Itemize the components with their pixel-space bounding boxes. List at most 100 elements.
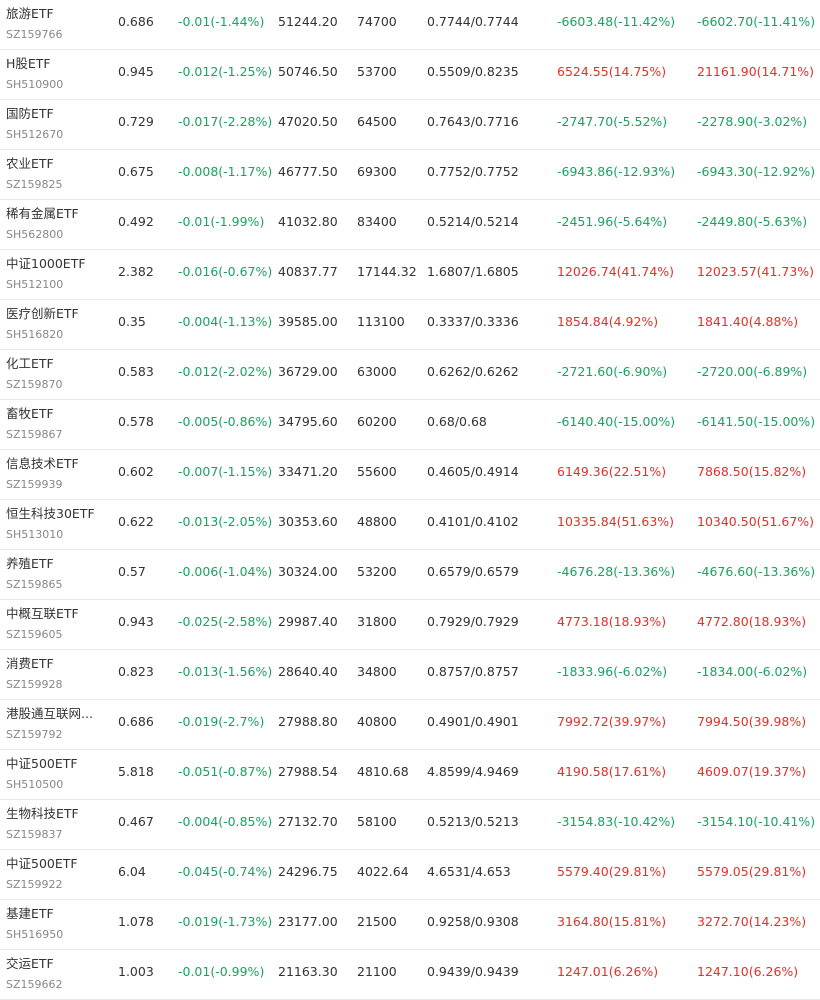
fund-name[interactable]: 中概互联ETF [6, 606, 106, 622]
current-price: 1.003 [118, 964, 154, 979]
table-row[interactable]: 中证500ETF SZ159922 6.04 -0.045(-0.74%) 24… [0, 850, 820, 900]
fund-name[interactable]: 交运ETF [6, 956, 106, 972]
table-row[interactable]: 化工ETF SZ159870 0.583 -0.012(-2.02%) 3672… [0, 350, 820, 400]
fund-code: SH516820 [6, 328, 64, 341]
table-row[interactable]: 中证500ETF SH510500 5.818 -0.051(-0.87%) 2… [0, 750, 820, 800]
share-count: 4810.68 [357, 764, 409, 779]
table-row[interactable]: 生物科技ETF SZ159837 0.467 -0.004(-0.85%) 27… [0, 800, 820, 850]
fund-name[interactable]: 医疗创新ETF [6, 306, 106, 322]
table-row[interactable]: 畜牧ETF SZ159867 0.578 -0.005(-0.86%) 3479… [0, 400, 820, 450]
fund-name[interactable]: 港股通互联网... [6, 706, 106, 722]
table-row[interactable]: 医疗创新ETF SH516820 0.35 -0.004(-1.13%) 395… [0, 300, 820, 350]
fund-name[interactable]: 生物科技ETF [6, 806, 106, 822]
share-count: 74700 [357, 14, 397, 29]
cost-price: 0.7752/0.7752 [427, 164, 519, 179]
table-row[interactable]: 国防ETF SH512670 0.729 -0.017(-2.28%) 4702… [0, 100, 820, 150]
fund-name[interactable]: H股ETF [6, 56, 106, 72]
total-profit-loss: 1247.10(6.26%) [697, 964, 799, 979]
total-profit-loss: 12023.57(41.73%) [697, 264, 815, 279]
floating-profit-loss: 4773.18(18.93%) [557, 614, 667, 629]
fund-name[interactable]: 农业ETF [6, 156, 106, 172]
floating-profit-loss: -6943.86(-12.93%) [557, 164, 676, 179]
total-profit-loss: -3154.10(-10.41%) [697, 814, 816, 829]
table-row[interactable]: 旅游ETF SZ159766 0.686 -0.01(-1.44%) 51244… [0, 0, 820, 50]
fund-name[interactable]: 化工ETF [6, 356, 106, 372]
table-row[interactable]: 农业ETF SZ159825 0.675 -0.008(-1.17%) 4677… [0, 150, 820, 200]
fund-name[interactable]: 中证500ETF [6, 756, 106, 772]
fund-code: SH513010 [6, 528, 64, 541]
total-profit-loss: 7868.50(15.82%) [697, 464, 807, 479]
fund-code: SZ159825 [6, 178, 63, 191]
fund-name[interactable]: 旅游ETF [6, 6, 106, 22]
fund-code: SZ159662 [6, 978, 63, 991]
cost-price: 0.5214/0.5214 [427, 214, 519, 229]
fund-name[interactable]: 基建ETF [6, 906, 106, 922]
total-profit-loss: 5579.05(29.81%) [697, 864, 807, 879]
cost-price: 0.8757/0.8757 [427, 664, 519, 679]
market-value: 24296.75 [278, 864, 338, 879]
share-count: 4022.64 [357, 864, 409, 879]
fund-code: SZ159792 [6, 728, 63, 741]
table-row[interactable]: 恒生科技30ETF SH513010 0.622 -0.013(-2.05%) … [0, 500, 820, 550]
table-row[interactable]: 消费ETF SZ159928 0.823 -0.013(-1.56%) 2864… [0, 650, 820, 700]
fund-name[interactable]: 中证500ETF [6, 856, 106, 872]
current-price: 1.078 [118, 914, 154, 929]
floating-profit-loss: -4676.28(-13.36%) [557, 564, 676, 579]
table-row[interactable]: H股ETF SH510900 0.945 -0.012(-1.25%) 5074… [0, 50, 820, 100]
share-count: 60200 [357, 414, 397, 429]
price-change: -0.006(-1.04%) [178, 564, 273, 579]
total-profit-loss: -1834.00(-6.02%) [697, 664, 808, 679]
fund-name[interactable]: 恒生科技30ETF [6, 506, 106, 522]
table-row[interactable]: 基建ETF SH516950 1.078 -0.019(-1.73%) 2317… [0, 900, 820, 950]
fund-name[interactable]: 国防ETF [6, 106, 106, 122]
total-profit-loss: -6141.50(-15.00%) [697, 414, 816, 429]
table-row[interactable]: 稀有金属ETF SH562800 0.492 -0.01(-1.99%) 410… [0, 200, 820, 250]
price-change: -0.008(-1.17%) [178, 164, 273, 179]
fund-code: SH510900 [6, 78, 64, 91]
floating-profit-loss: -2747.70(-5.52%) [557, 114, 668, 129]
price-change: -0.01(-1.44%) [178, 14, 265, 29]
table-row[interactable]: 中概互联ETF SZ159605 0.943 -0.025(-2.58%) 29… [0, 600, 820, 650]
cost-price: 0.3337/0.3336 [427, 314, 519, 329]
current-price: 0.57 [118, 564, 146, 579]
cost-price: 4.8599/4.9469 [427, 764, 519, 779]
cost-price: 0.4605/0.4914 [427, 464, 519, 479]
fund-code: SZ159939 [6, 478, 63, 491]
cost-price: 0.7744/0.7744 [427, 14, 519, 29]
fund-code: SZ159766 [6, 28, 63, 41]
price-change: -0.005(-0.86%) [178, 414, 273, 429]
market-value: 41032.80 [278, 214, 338, 229]
table-row[interactable]: 港股通互联网... SZ159792 0.686 -0.019(-2.7%) 2… [0, 700, 820, 750]
current-price: 0.686 [118, 714, 154, 729]
fund-name[interactable]: 养殖ETF [6, 556, 106, 572]
price-change: -0.01(-1.99%) [178, 214, 265, 229]
fund-name[interactable]: 稀有金属ETF [6, 206, 106, 222]
cost-price: 0.5509/0.8235 [427, 64, 519, 79]
share-count: 17144.32 [357, 264, 417, 279]
fund-name[interactable]: 信息技术ETF [6, 456, 106, 472]
total-profit-loss: -2449.80(-5.63%) [697, 214, 808, 229]
total-profit-loss: -6943.30(-12.92%) [697, 164, 816, 179]
current-price: 0.945 [118, 64, 154, 79]
current-price: 0.578 [118, 414, 154, 429]
price-change: -0.025(-2.58%) [178, 614, 273, 629]
table-row[interactable]: 交运ETF SZ159662 1.003 -0.01(-0.99%) 21163… [0, 950, 820, 1000]
fund-name[interactable]: 中证1000ETF [6, 256, 106, 272]
market-value: 40837.77 [278, 264, 338, 279]
fund-name[interactable]: 消费ETF [6, 656, 106, 672]
cost-price: 4.6531/4.653 [427, 864, 511, 879]
market-value: 34795.60 [278, 414, 338, 429]
current-price: 0.622 [118, 514, 154, 529]
share-count: 83400 [357, 214, 397, 229]
table-row[interactable]: 养殖ETF SZ159865 0.57 -0.006(-1.04%) 30324… [0, 550, 820, 600]
cost-price: 0.4101/0.4102 [427, 514, 519, 529]
fund-code: SH512100 [6, 278, 64, 291]
table-row[interactable]: 信息技术ETF SZ159939 0.602 -0.007(-1.15%) 33… [0, 450, 820, 500]
fund-code: SZ159928 [6, 678, 63, 691]
floating-profit-loss: 3164.80(15.81%) [557, 914, 667, 929]
total-profit-loss: 3272.70(14.23%) [697, 914, 807, 929]
table-row[interactable]: 中证1000ETF SH512100 2.382 -0.016(-0.67%) … [0, 250, 820, 300]
current-price: 0.467 [118, 814, 154, 829]
fund-name[interactable]: 畜牧ETF [6, 406, 106, 422]
share-count: 40800 [357, 714, 397, 729]
